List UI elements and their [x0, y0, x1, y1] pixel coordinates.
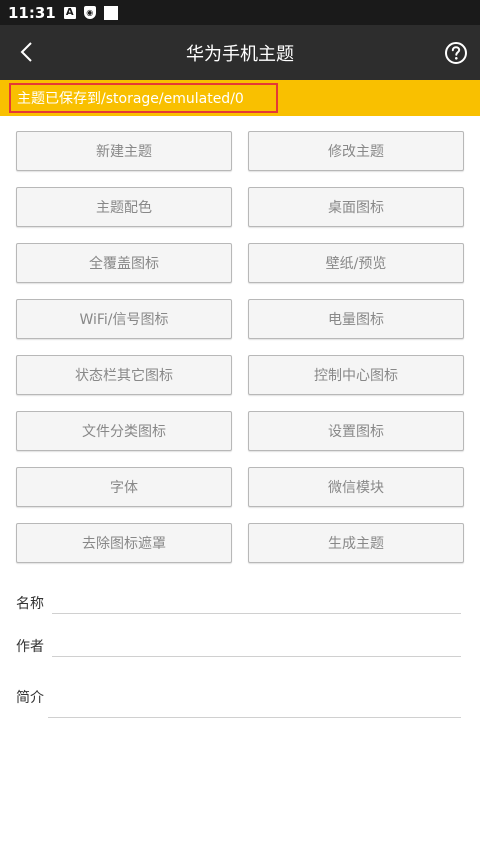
battery-icons-button[interactable]: 电量图标	[248, 299, 464, 339]
name-label: 名称	[16, 596, 44, 612]
control-center-icons-button[interactable]: 控制中心图标	[248, 355, 464, 395]
statusbar-other-icons-button[interactable]: 状态栏其它图标	[16, 355, 232, 395]
wallpaper-preview-button[interactable]: 壁纸/预览	[248, 243, 464, 283]
name-input[interactable]	[54, 587, 460, 613]
wifi-signal-icons-button[interactable]: WiFi/信号图标	[16, 299, 232, 339]
theme-color-button[interactable]: 主题配色	[16, 187, 232, 227]
author-label: 作者	[16, 639, 44, 655]
page-title: 华为手机主题	[186, 43, 294, 65]
square-icon	[103, 5, 118, 20]
author-underline	[52, 656, 461, 657]
file-category-icons-button[interactable]: 文件分类图标	[16, 411, 232, 451]
name-underline	[52, 613, 461, 614]
shield-icon: ◉	[83, 6, 96, 19]
notice-bar: 主题已保存到/storage/emulated/0	[0, 80, 480, 116]
title-bar: 华为手机主题	[0, 25, 480, 80]
chevron-left-icon[interactable]	[12, 37, 40, 67]
edit-theme-button[interactable]: 修改主题	[248, 131, 464, 171]
wechat-module-button[interactable]: 微信模块	[248, 467, 464, 507]
status-bar: 11:31 A ◉	[0, 0, 480, 25]
desktop-icons-button[interactable]: 桌面图标	[248, 187, 464, 227]
font-button[interactable]: 字体	[16, 467, 232, 507]
generate-theme-button[interactable]: 生成主题	[248, 523, 464, 563]
author-input[interactable]	[54, 630, 460, 656]
intro-underline	[48, 717, 461, 718]
full-cover-icons-button[interactable]: 全覆盖图标	[16, 243, 232, 283]
intro-input[interactable]	[50, 690, 460, 716]
new-theme-button[interactable]: 新建主题	[16, 131, 232, 171]
help-circle-icon[interactable]	[444, 41, 468, 65]
a-notification-icon: A	[63, 6, 76, 19]
remove-icon-mask-button[interactable]: 去除图标遮罩	[16, 523, 232, 563]
saved-path-notice: 主题已保存到/storage/emulated/0	[9, 83, 278, 113]
status-time: 11:31	[8, 3, 56, 22]
settings-icons-button[interactable]: 设置图标	[248, 411, 464, 451]
intro-label: 简介	[16, 690, 44, 706]
